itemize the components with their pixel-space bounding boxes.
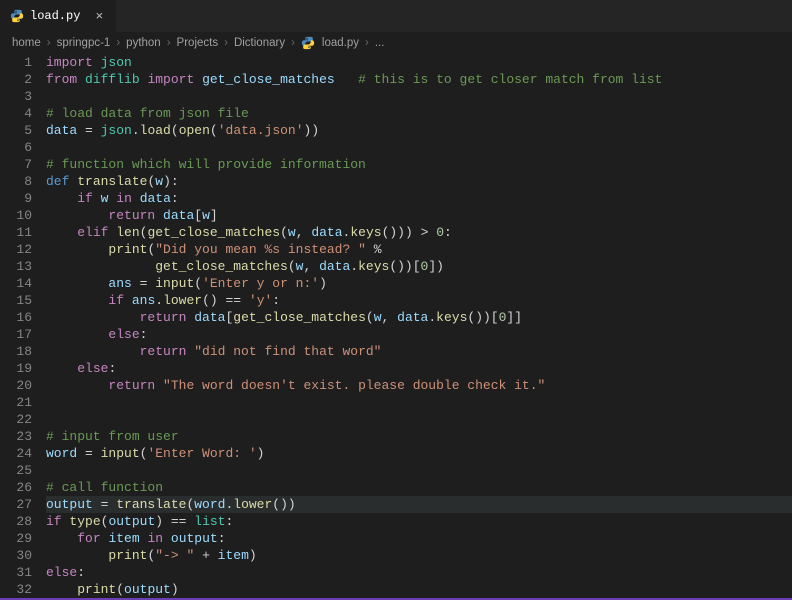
python-file-icon	[10, 9, 24, 23]
line-number-gutter: 1234567891011121314151617181920212223242…	[0, 54, 46, 598]
line-number: 18	[0, 343, 32, 360]
chevron-right-icon: ›	[116, 37, 120, 49]
line-number: 1	[0, 54, 32, 71]
line-number: 8	[0, 173, 32, 190]
line-number: 24	[0, 445, 32, 462]
line-number: 25	[0, 462, 32, 479]
code-line[interactable]: import json	[46, 54, 792, 71]
code-line[interactable]: if ans.lower() == 'y':	[46, 292, 792, 309]
line-number: 4	[0, 105, 32, 122]
line-number: 16	[0, 309, 32, 326]
breadcrumb-item-file[interactable]: load.py	[322, 37, 359, 49]
line-number: 13	[0, 258, 32, 275]
code-line[interactable]: # input from user	[46, 428, 792, 445]
code-line[interactable]: for item in output:	[46, 530, 792, 547]
code-area[interactable]: import jsonfrom difflib import get_close…	[46, 54, 792, 598]
code-line[interactable]: print(output)	[46, 581, 792, 598]
line-number: 19	[0, 360, 32, 377]
code-line[interactable]: output = translate(word.lower())	[46, 496, 792, 513]
code-line[interactable]: ans = input('Enter y or n:')	[46, 275, 792, 292]
code-line[interactable]	[46, 88, 792, 105]
line-number: 27	[0, 496, 32, 513]
line-number: 30	[0, 547, 32, 564]
line-number: 23	[0, 428, 32, 445]
line-number: 29	[0, 530, 32, 547]
line-number: 5	[0, 122, 32, 139]
line-number: 7	[0, 156, 32, 173]
line-number: 11	[0, 224, 32, 241]
code-line[interactable]: from difflib import get_close_matches # …	[46, 71, 792, 88]
line-number: 26	[0, 479, 32, 496]
line-number: 28	[0, 513, 32, 530]
line-number: 3	[0, 88, 32, 105]
code-line[interactable]: # load data from json file	[46, 105, 792, 122]
chevron-right-icon: ›	[224, 37, 228, 49]
breadcrumb: home › springpc-1 › python › Projects › …	[0, 32, 792, 54]
code-line[interactable]: else:	[46, 564, 792, 581]
line-number: 9	[0, 190, 32, 207]
line-number: 14	[0, 275, 32, 292]
code-line[interactable]: if type(output) == list:	[46, 513, 792, 530]
line-number: 31	[0, 564, 32, 581]
breadcrumb-item-home[interactable]: home	[12, 37, 41, 49]
line-number: 10	[0, 207, 32, 224]
line-number: 6	[0, 139, 32, 156]
breadcrumb-item-projects[interactable]: Projects	[177, 37, 219, 49]
line-number: 22	[0, 411, 32, 428]
code-line[interactable]: data = json.load(open('data.json'))	[46, 122, 792, 139]
code-line[interactable]	[46, 411, 792, 428]
chevron-right-icon: ›	[365, 37, 369, 49]
chevron-right-icon: ›	[291, 37, 295, 49]
breadcrumb-item-more[interactable]: ...	[375, 37, 385, 49]
code-line[interactable]: word = input('Enter Word: ')	[46, 445, 792, 462]
code-line[interactable]	[46, 394, 792, 411]
breadcrumb-item-springpc[interactable]: springpc-1	[57, 37, 111, 49]
code-line[interactable]: elif len(get_close_matches(w, data.keys(…	[46, 224, 792, 241]
tab-bar: load.py ×	[0, 0, 792, 32]
code-line[interactable]: # function which will provide informatio…	[46, 156, 792, 173]
line-number: 2	[0, 71, 32, 88]
tab-close-icon[interactable]: ×	[92, 9, 106, 24]
code-line[interactable]: return data[w]	[46, 207, 792, 224]
breadcrumb-item-dictionary[interactable]: Dictionary	[234, 37, 285, 49]
python-file-icon	[301, 36, 315, 50]
code-line[interactable]: return "The word doesn't exist. please d…	[46, 377, 792, 394]
line-number: 17	[0, 326, 32, 343]
code-line[interactable]: else:	[46, 326, 792, 343]
code-line[interactable]	[46, 139, 792, 156]
tab-label: load.py	[30, 9, 80, 23]
line-number: 12	[0, 241, 32, 258]
tab-load-py[interactable]: load.py ×	[0, 0, 117, 32]
code-line[interactable]: return "did not find that word"	[46, 343, 792, 360]
code-line[interactable]: if w in data:	[46, 190, 792, 207]
line-number: 21	[0, 394, 32, 411]
code-line[interactable]: get_close_matches(w, data.keys())[0])	[46, 258, 792, 275]
breadcrumb-item-python[interactable]: python	[126, 37, 161, 49]
line-number: 20	[0, 377, 32, 394]
chevron-right-icon: ›	[47, 37, 51, 49]
line-number: 15	[0, 292, 32, 309]
code-line[interactable]: print("-> " + item)	[46, 547, 792, 564]
line-number: 32	[0, 581, 32, 598]
code-line[interactable]: return data[get_close_matches(w, data.ke…	[46, 309, 792, 326]
chevron-right-icon: ›	[167, 37, 171, 49]
code-line[interactable]: else:	[46, 360, 792, 377]
editor[interactable]: 1234567891011121314151617181920212223242…	[0, 54, 792, 598]
code-line[interactable]	[46, 462, 792, 479]
code-line[interactable]: # call function	[46, 479, 792, 496]
code-line[interactable]: def translate(w):	[46, 173, 792, 190]
code-line[interactable]: print("Did you mean %s instead? " %	[46, 241, 792, 258]
